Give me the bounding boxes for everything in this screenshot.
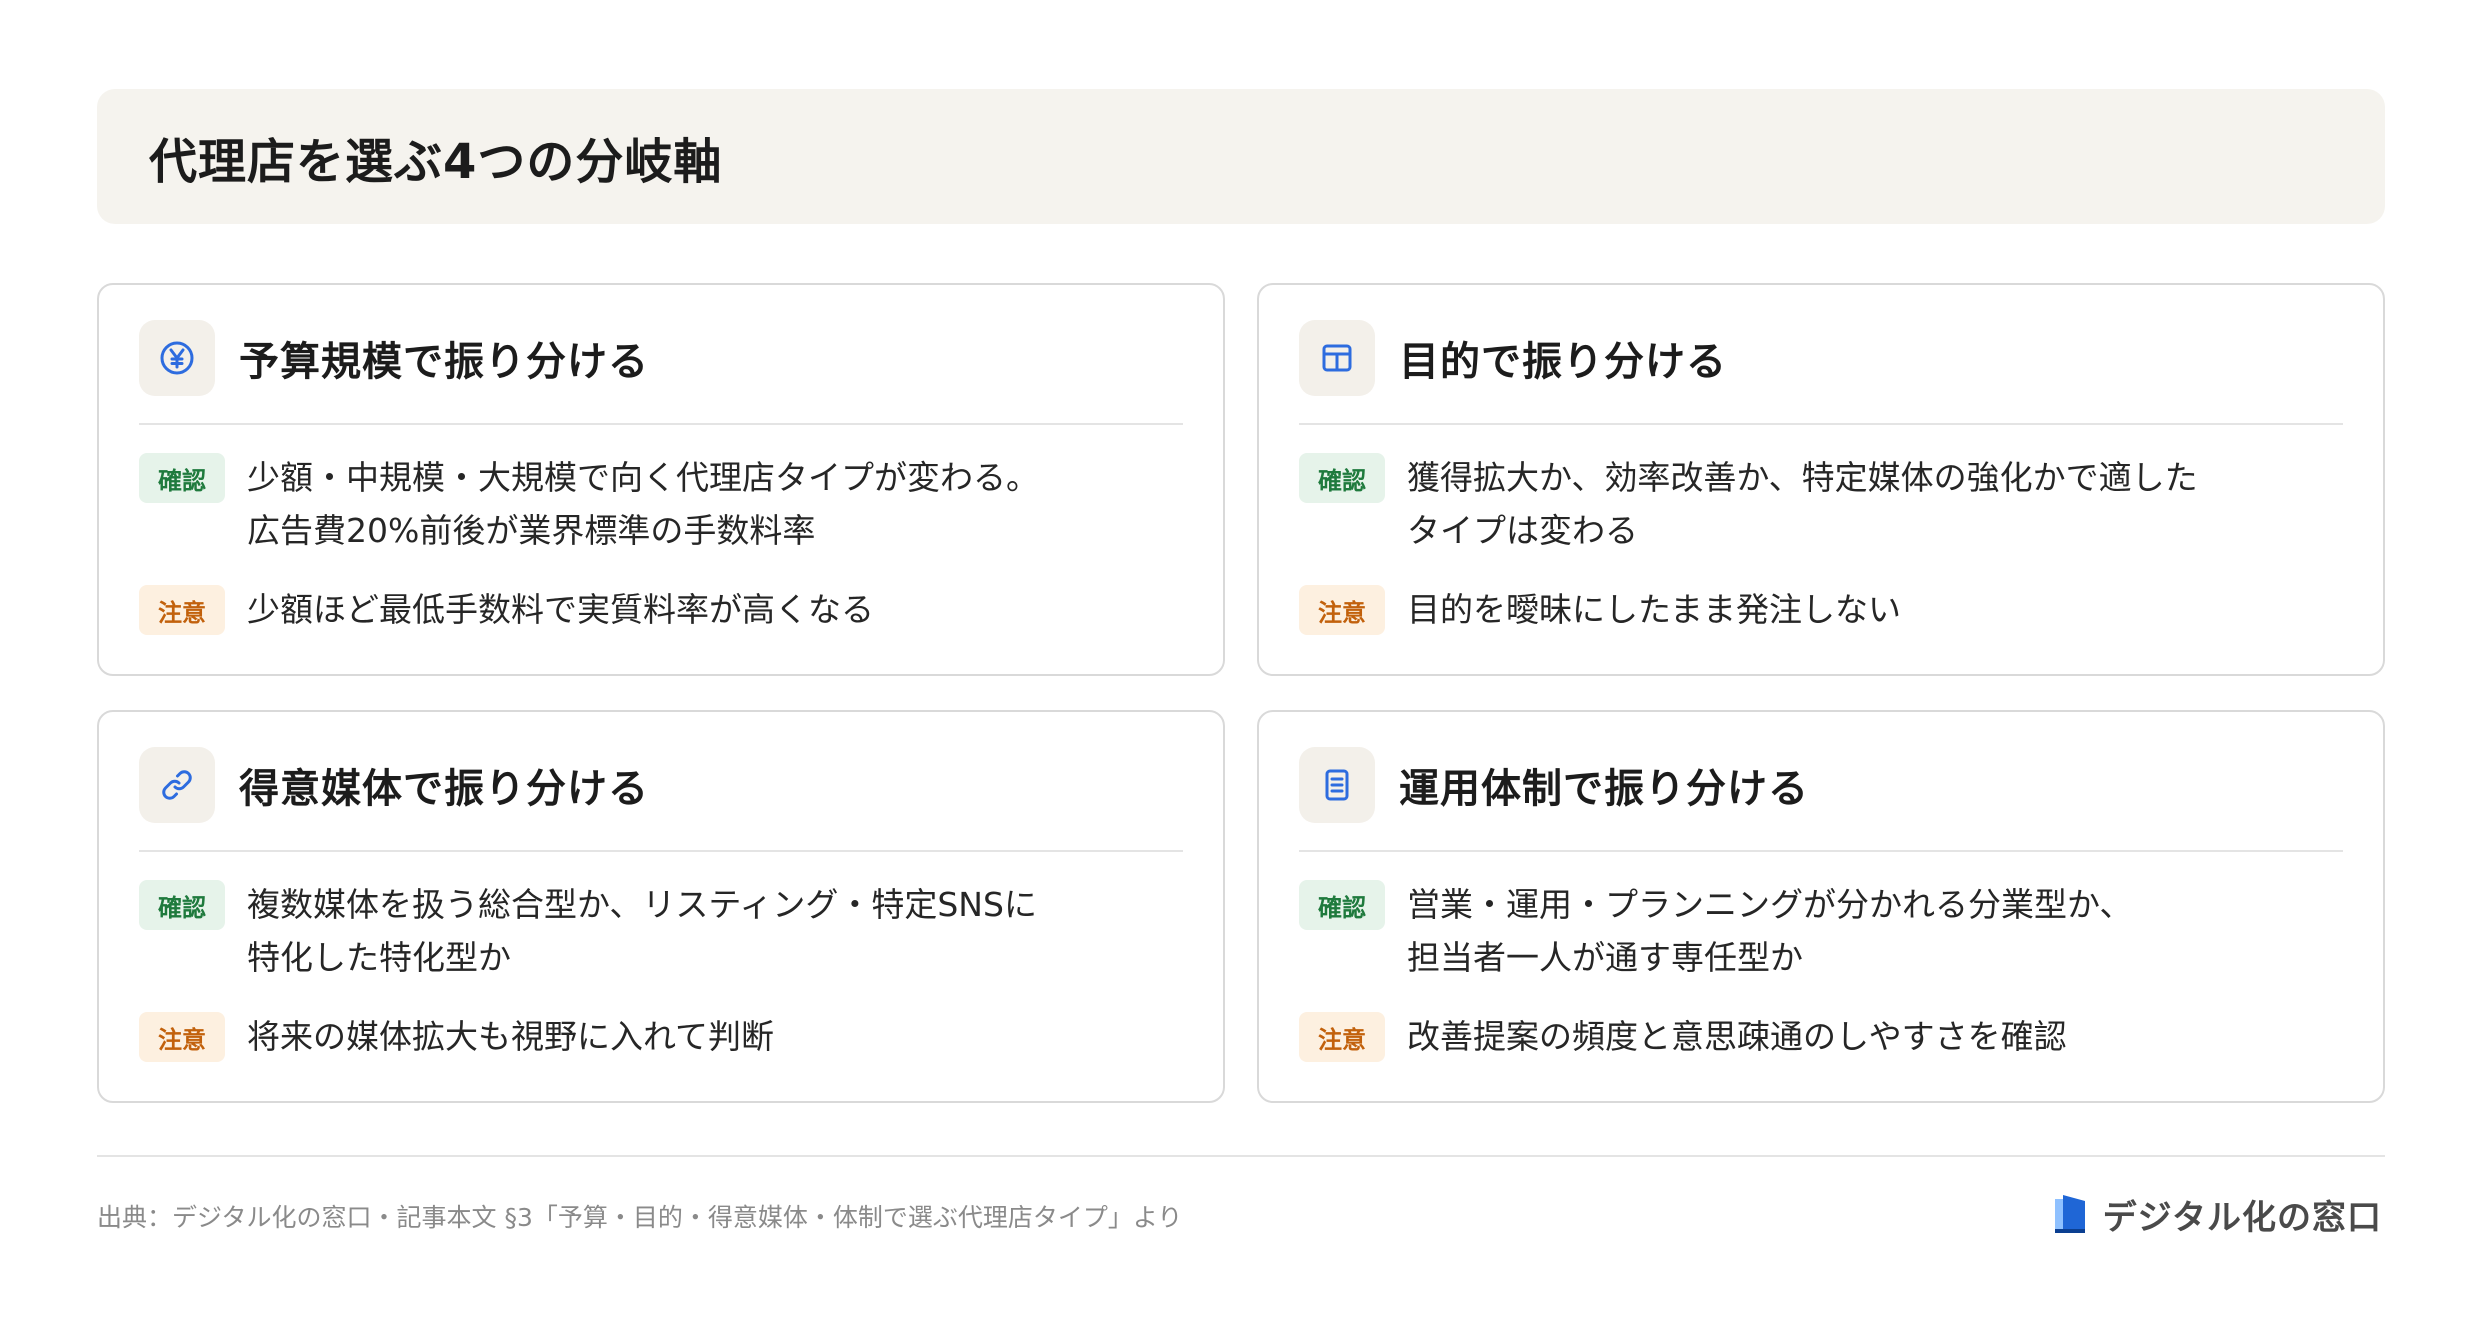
- card-header: 目的で振り分ける: [1299, 285, 2343, 425]
- brand-name: デジタル化の窓口: [2102, 1198, 2382, 1238]
- page-title: 代理店を選ぶ4つの分岐軸: [149, 133, 723, 190]
- card-purpose: 目的で振り分ける 確認 獲得拡大か、効率改善か、特定媒体の強化かで適した タイプ…: [1257, 283, 2385, 676]
- confirm-text: 少額・中規模・大規模で向く代理店タイプが変わる。 広告費20%前後が業界標準の手…: [247, 458, 1039, 550]
- caution-row: 注意 少額ほど最低手数料で実質料率が高くなる: [139, 583, 1183, 636]
- card-media: 得意媒体で振り分ける 確認 複数媒体を扱う総合型か、リスティング・特定SNSに …: [97, 710, 1225, 1103]
- confirm-row: 確認 複数媒体を扱う総合型か、リスティング・特定SNSに 特化した特化型か: [139, 878, 1183, 984]
- caution-text: 改善提案の頻度と意思疎通のしやすさを確認: [1407, 1017, 2067, 1056]
- confirm-row: 確認 少額・中規模・大規模で向く代理店タイプが変わる。 広告費20%前後が業界標…: [139, 451, 1183, 557]
- confirm-text: 複数媒体を扱う総合型か、リスティング・特定SNSに 特化した特化型か: [247, 885, 1037, 977]
- layout-grid-icon: [1299, 320, 1375, 396]
- card-header: 予算規模で振り分ける: [139, 285, 1183, 425]
- brand: デジタル化の窓口: [2051, 1190, 2382, 1239]
- card-structure: 運用体制で振り分ける 確認 営業・運用・プランニングが分かれる分業型か、 担当者…: [1257, 710, 2385, 1103]
- caution-badge: 注意: [1299, 1012, 1385, 1062]
- caution-badge: 注意: [139, 1012, 225, 1062]
- caution-text: 目的を曖昧にしたまま発注しない: [1407, 590, 1902, 629]
- caution-text: 将来の媒体拡大も視野に入れて判断: [247, 1017, 775, 1056]
- document-icon: [1299, 747, 1375, 823]
- source-citation: 出典：デジタル化の窓口・記事本文 §3「予算・目的・得意媒体・体制で選ぶ代理店タ…: [97, 1203, 1183, 1232]
- link-icon: [139, 747, 215, 823]
- card-budget: 予算規模で振り分ける 確認 少額・中規模・大規模で向く代理店タイプが変わる。 広…: [97, 283, 1225, 676]
- confirm-text: 獲得拡大か、効率改善か、特定媒体の強化かで適した タイプは変わる: [1407, 458, 2198, 550]
- caution-badge: 注意: [1299, 585, 1385, 635]
- confirm-badge: 確認: [139, 880, 225, 930]
- card-header: 得意媒体で振り分ける: [139, 712, 1183, 852]
- caution-badge: 注意: [139, 585, 225, 635]
- confirm-row: 確認 営業・運用・プランニングが分かれる分業型か、 担当者一人が通す専任型か: [1299, 878, 2343, 984]
- confirm-badge: 確認: [1299, 453, 1385, 503]
- caution-row: 注意 将来の媒体拡大も視野に入れて判断: [139, 1010, 1183, 1063]
- card-title: 目的で振り分ける: [1399, 339, 1727, 385]
- brand-logo-icon: [2054, 1194, 2085, 1233]
- title-bar: 代理店を選ぶ4つの分岐軸: [97, 89, 2385, 224]
- caution-text: 少額ほど最低手数料で実質料率が高くなる: [247, 590, 874, 629]
- card-header: 運用体制で振り分ける: [1299, 712, 2343, 852]
- caution-row: 注意 目的を曖昧にしたまま発注しない: [1299, 583, 2343, 636]
- yen-circle-icon: [139, 320, 215, 396]
- confirm-row: 確認 獲得拡大か、効率改善か、特定媒体の強化かで適した タイプは変わる: [1299, 451, 2343, 557]
- card-title: 予算規模で振り分ける: [239, 339, 649, 385]
- confirm-badge: 確認: [1299, 880, 1385, 930]
- card-title: 運用体制で振り分ける: [1399, 766, 1809, 812]
- card-title: 得意媒体で振り分ける: [239, 766, 649, 812]
- confirm-text: 営業・運用・プランニングが分かれる分業型か、 担当者一人が通す専任型か: [1407, 885, 2133, 977]
- caution-row: 注意 改善提案の頻度と意思疎通のしやすさを確認: [1299, 1010, 2343, 1063]
- footer-divider: [97, 1155, 2385, 1157]
- confirm-badge: 確認: [139, 453, 225, 503]
